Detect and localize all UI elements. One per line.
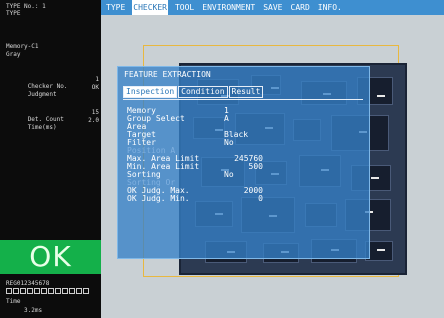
tab-result[interactable]: Result — [228, 86, 264, 98]
param-value: No — [224, 170, 234, 179]
package-lead — [377, 95, 385, 97]
status-sidebar: TYPE No.: 1 TYPE Memory-C1 Gray Checker … — [0, 0, 101, 318]
reg-indicator-box — [62, 288, 68, 294]
reg-indicator-box — [69, 288, 75, 294]
type-name: TYPE — [6, 10, 21, 17]
top-menu-bar: TYPE CHECKER TOOL ENVIRONMENT SAVE CARD INFO. — [101, 0, 444, 15]
reg-indicator-box — [55, 288, 61, 294]
judgment-value: OK — [91, 84, 99, 91]
reg-indicator-box — [41, 288, 47, 294]
menu-info[interactable]: INFO. — [317, 0, 343, 15]
feature-extraction-dialog: FEATURE EXTRACTION Inspection Condition Re… — [117, 66, 370, 259]
reg-indicator-box — [83, 288, 89, 294]
memory-mode: Gray — [6, 51, 21, 58]
dialog-tabs: Inspection Condition Result — [123, 86, 264, 98]
menu-checker[interactable]: CHECKER — [132, 0, 168, 15]
tab-condition[interactable]: Condition — [178, 86, 228, 98]
menu-type[interactable]: TYPE — [105, 0, 126, 15]
time-label: Time — [6, 298, 21, 305]
checker-value: 1 — [95, 76, 99, 83]
reg-indicator-box — [20, 288, 26, 294]
reg-indicator-box — [76, 288, 82, 294]
param-value: No — [224, 138, 234, 147]
dialog-title: FEATURE EXTRACTION — [124, 70, 211, 79]
judgment-result-indicator: OK — [0, 240, 101, 274]
reg-indicator-boxes — [6, 288, 89, 294]
param-row[interactable]: Group Select A — [127, 115, 277, 123]
menu-environment[interactable]: ENVIRONMENT — [201, 0, 256, 15]
parameter-list: Memory 1 Group Select A Area Target Black Filte… — [127, 107, 277, 203]
param-value: 0 — [258, 194, 263, 203]
param-row[interactable]: OK Judg. Min. 0 — [127, 195, 277, 203]
reg-indicator-box — [34, 288, 40, 294]
menu-tool[interactable]: TOOL — [174, 0, 195, 15]
reg-indicator-box — [6, 288, 12, 294]
type-number: TYPE No.: 1 — [6, 3, 46, 10]
menu-card[interactable]: CARD — [290, 0, 311, 15]
judgment-label: Judgment — [27, 91, 57, 98]
reg-indicator-box — [27, 288, 33, 294]
package-lead — [377, 249, 385, 251]
time-value: 3.2ms — [24, 307, 43, 314]
menu-save[interactable]: SAVE — [262, 0, 283, 15]
param-label: OK Judg. Min. — [127, 194, 190, 203]
tab-underline — [123, 99, 363, 100]
vision-sensor-screen: TYPE CHECKER TOOL ENVIRONMENT SAVE CARD INFO. … — [0, 0, 444, 318]
time-ms-row: Time(ms) 2.0 — [6, 117, 99, 145]
reg-indicator-box — [48, 288, 54, 294]
judgment-row: Judgment OK — [6, 84, 99, 112]
memory-label: Memory-C1 — [6, 43, 39, 50]
package-lead — [371, 177, 379, 179]
det-count-value: 15 — [91, 109, 99, 116]
param-value: A — [224, 114, 229, 123]
reg-indicator-box — [13, 288, 19, 294]
time-ms-label: Time(ms) — [27, 124, 57, 131]
tab-inspection[interactable]: Inspection — [123, 86, 178, 98]
reg-label: REG012345678 — [6, 280, 50, 287]
time-ms-value: 2.0 — [88, 117, 99, 124]
param-value: 500 — [248, 162, 263, 171]
